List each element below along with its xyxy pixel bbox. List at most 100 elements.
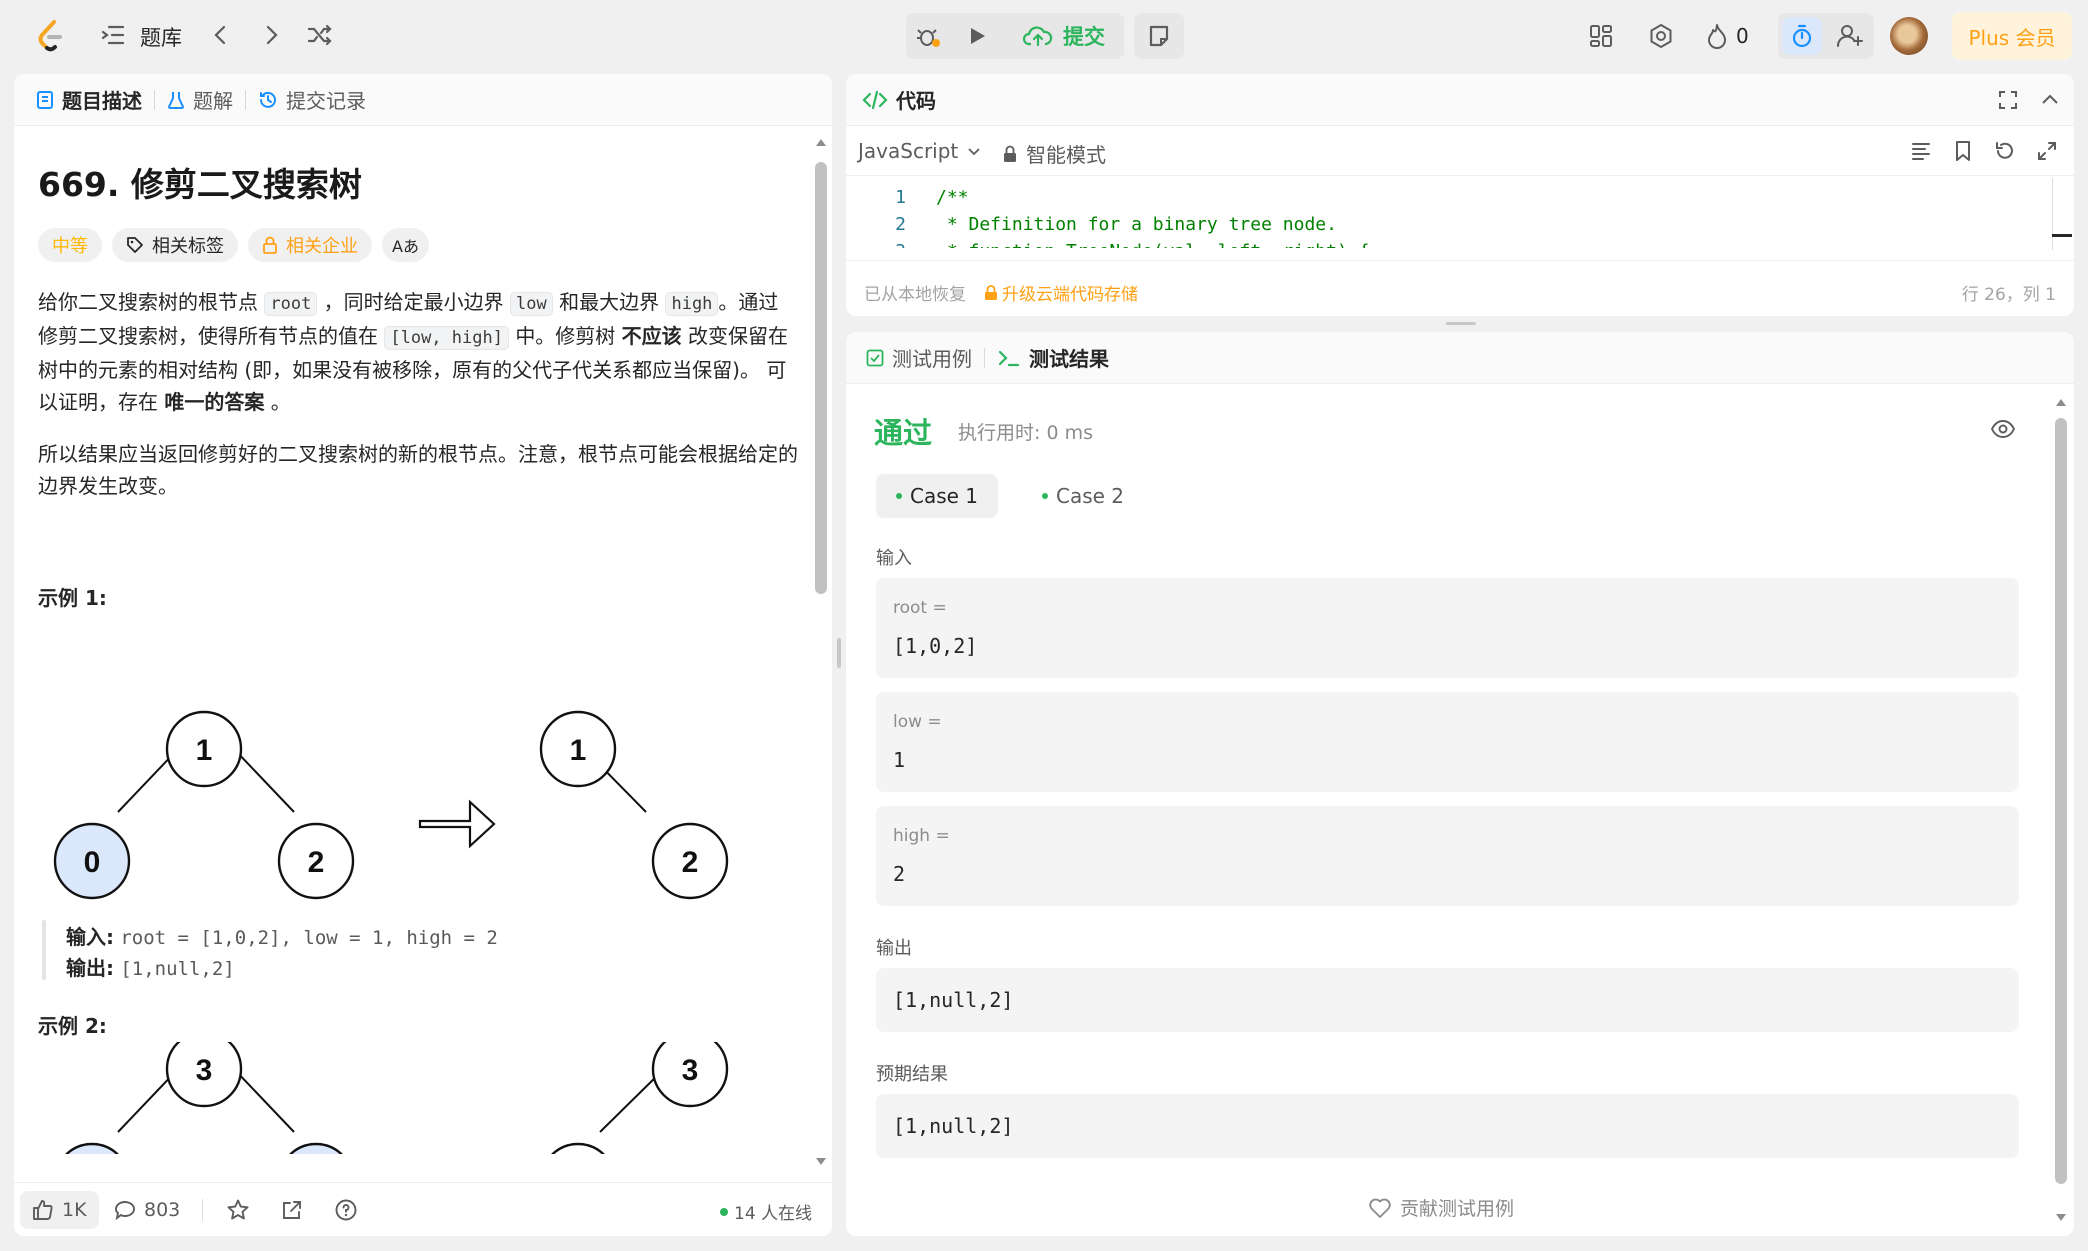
inline-code-range: [low, high] — [384, 326, 509, 350]
like-button[interactable]: 1K — [20, 1191, 99, 1229]
restore-status: 已从本地恢复 — [864, 285, 966, 305]
tab-description-label: 题目描述 — [62, 89, 142, 113]
document-icon — [36, 90, 54, 110]
expected-box: [1,null,2] — [876, 1094, 2019, 1158]
run-button[interactable] — [958, 17, 996, 55]
tab-code[interactable]: 代码 — [862, 85, 936, 114]
logo-icon[interactable] — [30, 16, 70, 56]
case-1-tab[interactable]: Case 1 — [876, 474, 998, 518]
editor-toolbar: JavaScript 智能模式 — [846, 126, 2074, 176]
online-dot — [720, 1207, 728, 1216]
help-icon[interactable] — [334, 1198, 358, 1222]
prev-problem-button[interactable] — [208, 22, 234, 48]
example-2-diagram: 3 0 4 3 2 — [38, 1042, 758, 1154]
output-section-label: 输出 — [876, 938, 912, 959]
avatar[interactable] — [1890, 17, 1928, 55]
description-tabs: 题目描述 题解 提交记录 — [14, 74, 832, 126]
scroll-down-arrow[interactable] — [814, 1156, 828, 1168]
plus-member-button[interactable]: Plus 会员 — [1952, 12, 2072, 60]
description-panel: 题目描述 题解 提交记录 669. 修剪二叉搜索树 中等 相关标签 相关企业 A… — [14, 74, 832, 1236]
shuffle-icon[interactable] — [306, 22, 334, 48]
tab-testcases[interactable]: 测试用例 — [866, 343, 972, 372]
stopwatch-icon — [1789, 23, 1815, 49]
smart-mode-toggle[interactable]: 智能模式 — [1002, 139, 1106, 168]
bug-icon — [916, 23, 942, 49]
tab-solutions[interactable]: 题解 — [167, 85, 233, 114]
tab-submissions[interactable]: 提交记录 — [258, 85, 366, 114]
streak-counter[interactable]: 0 — [1706, 23, 1749, 49]
problem-tags: 中等 相关标签 相关企业 Aあ — [38, 228, 429, 262]
contribute-testcase-button[interactable]: 贡献测试用例 — [1368, 1194, 1514, 1221]
star-icon[interactable] — [226, 1198, 250, 1222]
node-label: 3 — [196, 1054, 213, 1087]
share-icon[interactable] — [280, 1198, 304, 1222]
list-icon[interactable] — [100, 22, 130, 50]
desc-text: 给你二叉搜索树的根节点 — [38, 290, 258, 314]
param-high-box: high = 2 — [876, 806, 2019, 906]
submit-label: 提交 — [1063, 25, 1105, 49]
scroll-up-arrow[interactable] — [814, 136, 828, 148]
contribute-testcase-label: 贡献测试用例 — [1400, 1198, 1515, 1220]
tab-results[interactable]: 测试结果 — [997, 343, 1109, 372]
settings-icon[interactable] — [1648, 23, 1674, 49]
next-problem-button[interactable] — [258, 22, 284, 48]
layout-icon[interactable] — [1588, 23, 1614, 49]
format-icon[interactable] — [1910, 140, 1932, 162]
play-icon — [966, 25, 988, 47]
tag-icon — [126, 236, 144, 254]
node-label: 2 — [308, 846, 325, 879]
top-bar: 题库 提交 0 Plus 会员 — [0, 0, 2088, 72]
submit-button[interactable]: 提交 — [1008, 17, 1120, 55]
code-editor[interactable]: 1 /** 2 * Definition for a binary tree no… — [846, 184, 2046, 248]
editor-scroll-marker — [2052, 234, 2072, 237]
problem-description: 给你二叉搜索树的根节点 root ，同时给定最小边界 low 和最大边界 hig… — [38, 286, 790, 418]
description-scrollbar[interactable] — [815, 162, 827, 594]
fullscreen-icon[interactable] — [1998, 90, 2018, 110]
vertical-resize-handle[interactable] — [837, 638, 841, 668]
desc-text: ，同时给定最小边界 — [323, 290, 504, 314]
note-icon — [1147, 24, 1171, 48]
case-pass-dot — [1041, 493, 1048, 499]
streak-count: 0 — [1736, 24, 1749, 48]
horizontal-resize-handle[interactable] — [1446, 322, 1476, 325]
debug-button[interactable] — [910, 17, 948, 55]
tab-description[interactable]: 题目描述 — [36, 85, 142, 114]
tab-solutions-label: 题解 — [193, 89, 233, 113]
checkbox-icon — [866, 349, 884, 367]
param-value: 2 — [893, 862, 906, 886]
bookmark-icon[interactable] — [1952, 140, 1974, 162]
line-number: 1 — [895, 187, 906, 208]
expand-icon[interactable] — [2036, 140, 2058, 162]
comments-button[interactable]: 803 — [114, 1191, 180, 1229]
difficulty-badge: 中等 — [38, 228, 102, 262]
example-input: root = [1,0,2], low = 1, high = 2 — [120, 927, 498, 949]
case-2-tab[interactable]: Case 2 — [1022, 474, 1144, 518]
cloud-upload-icon — [1023, 24, 1053, 48]
notes-button[interactable] — [1134, 13, 1184, 59]
code-icon — [862, 90, 888, 110]
history-icon — [258, 90, 278, 110]
upgrade-storage-link[interactable]: 升级云端代码存储 — [984, 280, 1138, 305]
reset-icon[interactable] — [1994, 140, 2016, 162]
translate-button[interactable]: Aあ — [382, 228, 429, 262]
param-low-box: low = 1 — [876, 692, 2019, 792]
tab-testcases-label: 测试用例 — [892, 347, 972, 371]
timer-button[interactable] — [1782, 17, 1822, 55]
language-select[interactable]: JavaScript — [858, 139, 982, 163]
lock-icon — [262, 236, 278, 254]
lock-icon — [984, 284, 998, 301]
results-scrollbar[interactable] — [2055, 418, 2067, 1184]
example-1-io: 输入: root = [1,0,2], low = 1, high = 2 输出… — [66, 922, 498, 984]
topics-tag-button[interactable]: 相关标签 — [112, 228, 238, 262]
problem-list-link[interactable]: 题库 — [140, 22, 182, 52]
problem-note: 所以结果应当返回修剪好的二叉搜索树的新的根节点。注意，根节点可能会根据给定的边界… — [38, 442, 798, 498]
line-number: 3 — [846, 238, 906, 248]
invite-button[interactable] — [1830, 17, 1870, 55]
tab-code-label: 代码 — [896, 89, 936, 113]
collapse-icon[interactable] — [2040, 90, 2060, 110]
results-scroll-down-arrow[interactable] — [2054, 1212, 2068, 1224]
companies-tag-button[interactable]: 相关企业 — [248, 228, 372, 262]
results-scroll-up-arrow[interactable] — [2054, 396, 2068, 408]
desc-text: 和最大边界 — [559, 290, 660, 314]
eye-icon[interactable] — [1990, 418, 2016, 440]
